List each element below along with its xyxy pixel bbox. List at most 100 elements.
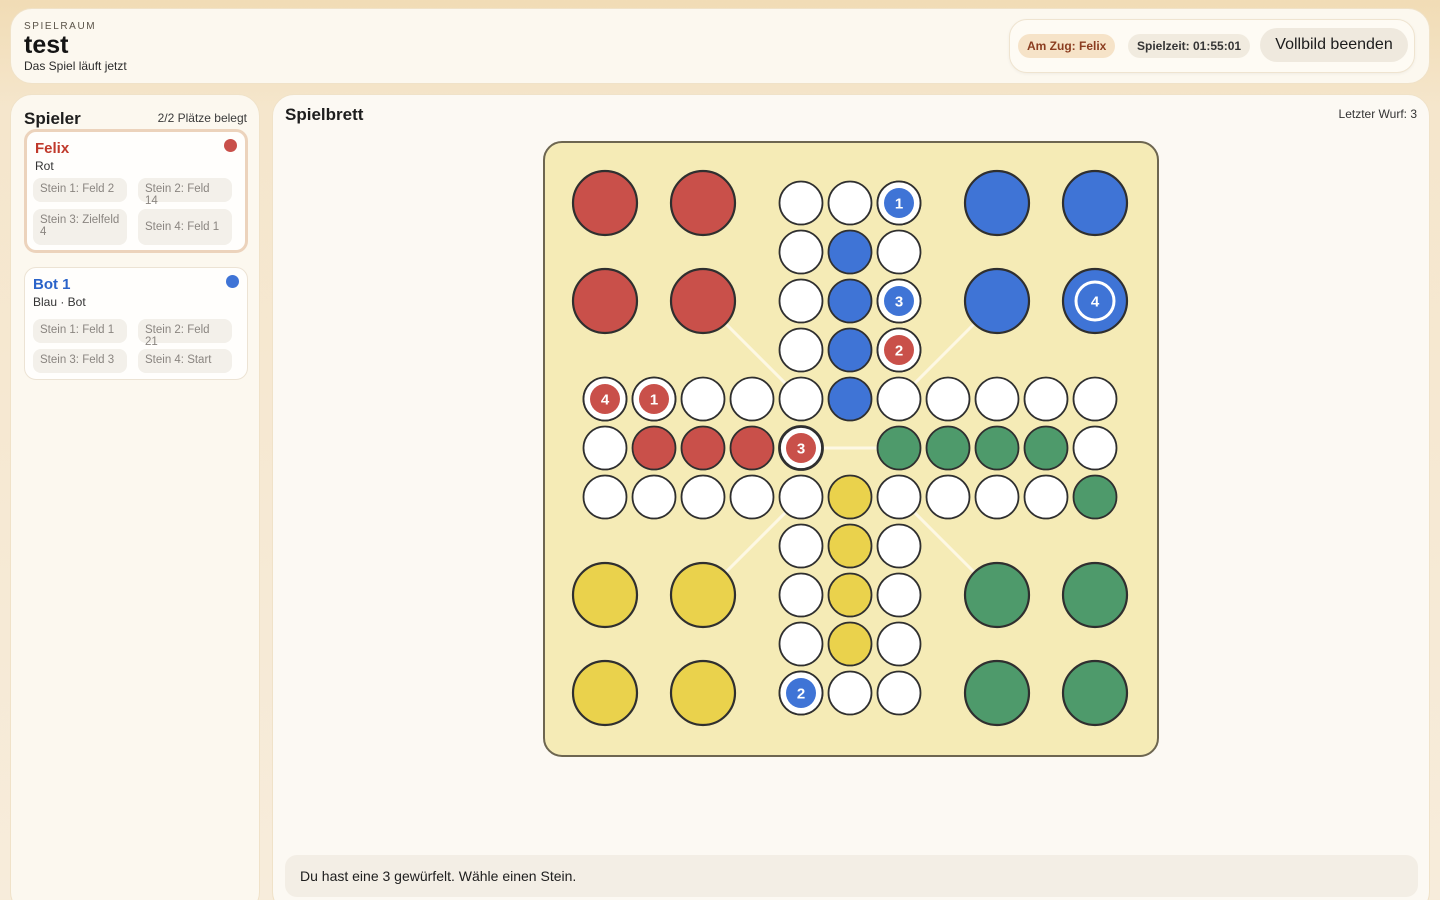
- game-board: 1 3 2 4 1 3 2 4: [543, 141, 1159, 757]
- board-field[interactable]: [778, 278, 824, 324]
- players-sidebar: Spieler 2/2 Plätze belegt Felix Rot Stei…: [10, 94, 260, 900]
- board-field[interactable]: [680, 425, 726, 471]
- room-status: Das Spiel läuft jetzt: [24, 59, 127, 73]
- game-piece-label: 2: [895, 343, 903, 360]
- board-field[interactable]: [680, 376, 726, 422]
- player-card-felix: Felix Rot Stein 1: Feld 2 Stein 2: Feld …: [24, 129, 248, 253]
- base-field-blue[interactable]: [1061, 169, 1129, 237]
- base-field-green[interactable]: [963, 659, 1031, 727]
- players-title: Spieler: [24, 109, 81, 128]
- board-field[interactable]: [729, 376, 775, 422]
- base-field-green[interactable]: [1061, 659, 1129, 727]
- game-hud: Am Zug: Felix Spielzeit: 01:55:01 Vollbi…: [1009, 19, 1415, 73]
- board-field[interactable]: [876, 523, 922, 569]
- game-piece-label: 1: [650, 392, 658, 409]
- board-field[interactable]: [827, 670, 873, 716]
- game-piece-label: 1: [895, 196, 903, 213]
- board-field[interactable]: [876, 474, 922, 520]
- base-field-yellow[interactable]: [669, 659, 737, 727]
- base-field-yellow[interactable]: [669, 561, 737, 629]
- board-field[interactable]: [582, 425, 628, 471]
- board-field[interactable]: [1072, 425, 1118, 471]
- base-field-red[interactable]: [669, 169, 737, 237]
- time-badge: Spielzeit: 01:55:01: [1128, 34, 1251, 58]
- board-field[interactable]: [827, 376, 873, 422]
- base-field-green[interactable]: [963, 561, 1031, 629]
- board-field[interactable]: [680, 474, 726, 520]
- stone-chip: Stein 2: Feld 21: [138, 319, 232, 348]
- board-title: Spielbrett: [285, 105, 364, 124]
- board-field[interactable]: [974, 376, 1020, 422]
- board-field[interactable]: [876, 425, 922, 471]
- board-field[interactable]: [876, 621, 922, 667]
- board-field[interactable]: [729, 474, 775, 520]
- player-card-bot-1: Bot 1 Blau · Bot Stein 1: Feld 1 Stein 2…: [24, 267, 248, 380]
- player-name: Bot 1: [33, 276, 71, 293]
- player-color-dot-icon: [226, 275, 239, 288]
- stone-chip: Stein 1: Feld 1: [33, 319, 127, 343]
- board-field[interactable]: [1072, 474, 1118, 520]
- stone-chip: Stein 3: Zielfeld 4: [33, 209, 127, 245]
- board-field[interactable]: [827, 229, 873, 275]
- base-field-green[interactable]: [1061, 561, 1129, 629]
- game-piece-label: 3: [895, 294, 903, 311]
- board-field[interactable]: [778, 229, 824, 275]
- game-piece-label: 2: [797, 686, 805, 703]
- board-field[interactable]: [631, 474, 677, 520]
- board-field[interactable]: [778, 523, 824, 569]
- base-field-yellow[interactable]: [571, 561, 639, 629]
- turn-badge: Am Zug: Felix: [1018, 34, 1116, 58]
- room-title: test: [24, 31, 69, 59]
- board-field[interactable]: [827, 180, 873, 226]
- board-field[interactable]: [778, 327, 824, 373]
- board-field[interactable]: [925, 376, 971, 422]
- board-field[interactable]: [827, 523, 873, 569]
- board-field[interactable]: [631, 425, 677, 471]
- board-field[interactable]: [925, 474, 971, 520]
- board-field[interactable]: [876, 670, 922, 716]
- board-field[interactable]: [778, 474, 824, 520]
- board-field[interactable]: [582, 474, 628, 520]
- game-piece-label: 4: [1091, 294, 1100, 311]
- board-field[interactable]: [974, 425, 1020, 471]
- board-field[interactable]: [876, 376, 922, 422]
- board-field[interactable]: [778, 621, 824, 667]
- player-name: Felix: [35, 140, 70, 157]
- board-field[interactable]: [876, 572, 922, 618]
- base-field-red[interactable]: [571, 169, 639, 237]
- board-field[interactable]: [827, 327, 873, 373]
- exit-fullscreen-button[interactable]: Vollbild beenden: [1260, 28, 1408, 62]
- board-field[interactable]: [1023, 425, 1069, 471]
- base-field-blue[interactable]: [963, 169, 1031, 237]
- board-field[interactable]: [876, 229, 922, 275]
- board-field[interactable]: [827, 278, 873, 324]
- stone-chip: Stein 4: Feld 1: [138, 209, 232, 245]
- board-field[interactable]: [827, 572, 873, 618]
- base-field-red[interactable]: [571, 267, 639, 335]
- base-field-blue[interactable]: [963, 267, 1031, 335]
- base-field-red[interactable]: [669, 267, 737, 335]
- board-field[interactable]: [827, 474, 873, 520]
- player-color-label: Rot: [35, 159, 54, 173]
- board-field[interactable]: [778, 180, 824, 226]
- stone-chip: Stein 2: Feld 14: [138, 178, 232, 207]
- board-panel: Spielbrett Letzter Wurf: 3 1 3 2 4 1 3 2 4 Du h…: [272, 94, 1430, 900]
- game-piece-label: 3: [797, 441, 805, 458]
- board-field[interactable]: [778, 572, 824, 618]
- status-message: Du hast eine 3 gewürfelt. Wähle einen St…: [285, 855, 1418, 897]
- board-field[interactable]: [1023, 376, 1069, 422]
- last-roll: Letzter Wurf: 3: [1338, 107, 1417, 121]
- board-field[interactable]: [827, 621, 873, 667]
- board-field[interactable]: [1023, 474, 1069, 520]
- board-field[interactable]: [1072, 376, 1118, 422]
- board-field[interactable]: [925, 425, 971, 471]
- stone-chip: Stein 1: Feld 2: [33, 178, 127, 202]
- player-color-label: Blau · Bot: [33, 295, 86, 309]
- board-field[interactable]: [729, 425, 775, 471]
- base-field-yellow[interactable]: [571, 659, 639, 727]
- players-count: 2/2 Plätze belegt: [157, 111, 247, 125]
- board-field[interactable]: [974, 474, 1020, 520]
- game-piece-label: 4: [601, 392, 610, 409]
- board-field[interactable]: [778, 376, 824, 422]
- player-color-dot-icon: [224, 139, 237, 152]
